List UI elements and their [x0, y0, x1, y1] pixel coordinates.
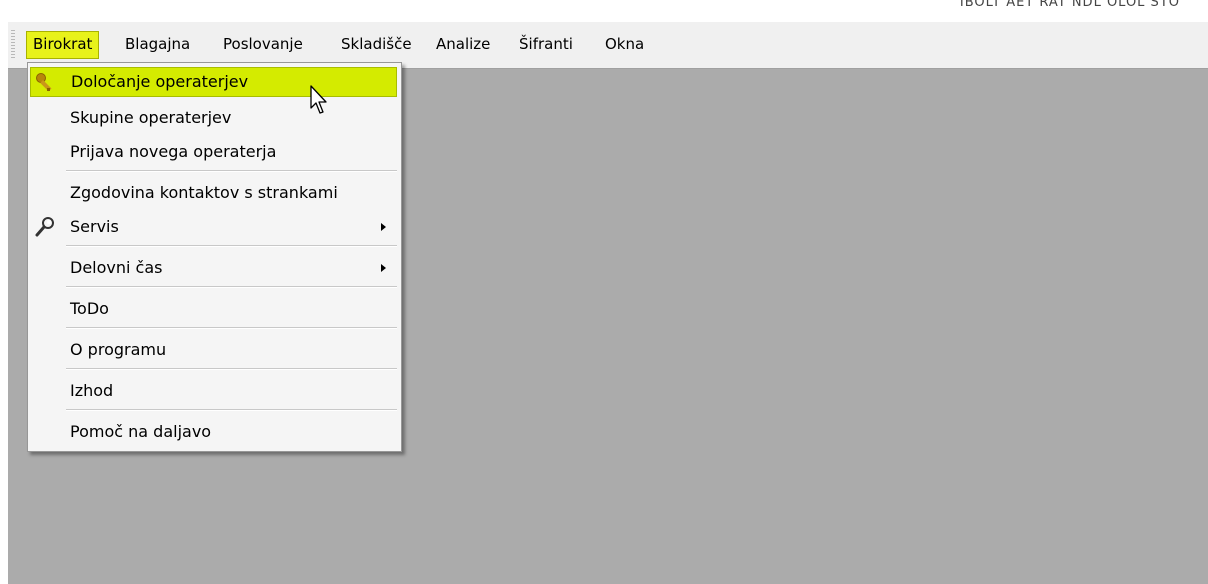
key-icon [35, 72, 57, 94]
menu-item-label: Skupine operaterjev [70, 108, 232, 127]
menu-item-pomoc-na-daljavo[interactable]: Pomoč na daljavo [30, 417, 397, 447]
menu-item-label: Servis [70, 217, 119, 236]
menu-item-label: Določanje operaterjev [71, 72, 249, 91]
submenu-arrow-icon [381, 223, 386, 231]
menu-separator [66, 286, 397, 288]
menu-separator [66, 327, 397, 329]
menu-item-dolocanje-operaterjev[interactable]: Določanje operaterjev [30, 67, 397, 97]
menu-sifranti[interactable]: Šifranti [513, 31, 579, 57]
birokrat-dropdown-menu: Določanje operaterjev Skupine operaterje… [27, 62, 402, 452]
menu-item-label: Izhod [70, 381, 114, 400]
menu-birokrat[interactable]: Birokrat [26, 31, 100, 59]
menu-separator [66, 245, 397, 247]
menu-separator [66, 368, 397, 370]
menu-separator [66, 170, 397, 172]
submenu-arrow-icon [381, 264, 386, 272]
menu-item-servis[interactable]: Servis [30, 212, 397, 242]
menu-item-label: ToDo [70, 299, 109, 318]
menu-item-delovni-cas[interactable]: Delovni čas [30, 253, 397, 283]
menu-analize[interactable]: Analize [430, 31, 496, 57]
menu-item-zgodovina-kontaktov[interactable]: Zgodovina kontaktov s strankami [30, 178, 397, 208]
menu-item-label: Delovni čas [70, 258, 163, 277]
menu-item-skupine-operaterjev[interactable]: Skupine operaterjev [30, 103, 397, 133]
menu-item-label: O programu [70, 340, 167, 359]
menu-okna[interactable]: Okna [599, 31, 650, 57]
mouse-cursor-icon [310, 85, 327, 114]
menu-blagajna[interactable]: Blagajna [119, 31, 196, 57]
menu-item-label: Zgodovina kontaktov s strankami [70, 183, 338, 202]
menu-item-label: Pomoč na daljavo [70, 422, 212, 441]
menu-item-label: Prijava novega operaterja [70, 142, 277, 161]
menu-separator [66, 409, 397, 411]
menu-poslovanje[interactable]: Poslovanje [217, 31, 309, 57]
window-title-area: IBOLT AET RAT NDL OLOL STO [0, 0, 1208, 22]
menu-item-todo[interactable]: ToDo [30, 294, 397, 324]
window-title-fragment: IBOLT AET RAT NDL OLOL STO [959, 0, 1180, 10]
wrench-icon [34, 216, 56, 238]
menu-item-izhod[interactable]: Izhod [30, 376, 397, 406]
menu-skladisce[interactable]: Skladišče [335, 31, 418, 57]
toolbar-grip[interactable] [11, 30, 15, 60]
menu-item-prijava-novega-operaterja[interactable]: Prijava novega operaterja [30, 137, 397, 167]
menu-item-o-programu[interactable]: O programu [30, 335, 397, 365]
